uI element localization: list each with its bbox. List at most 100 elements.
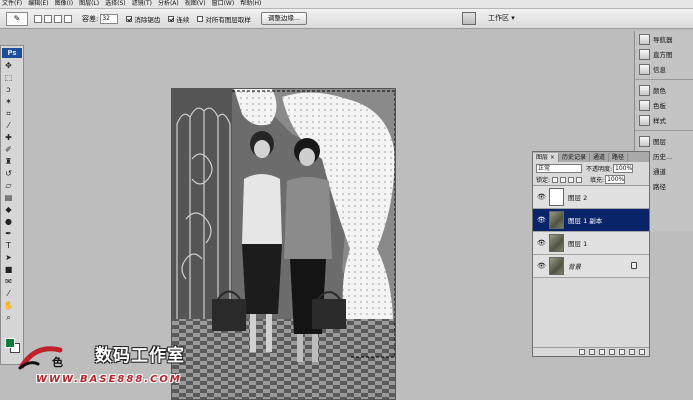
history-brush-tool-icon[interactable]: ↺ bbox=[3, 168, 14, 179]
menu-bar: 文件(F) 编辑(E) 图像(I) 图层(L) 选择(S) 滤镜(T) 分析(A… bbox=[0, 0, 693, 9]
layers-panel-tabs: 图层 × 历史记录 通道 路径 bbox=[533, 152, 649, 162]
eyedropper2-tool-icon[interactable]: ⁄ bbox=[3, 288, 14, 299]
menu-edit[interactable]: 编辑(E) bbox=[28, 0, 48, 8]
magic-wand-tool-icon[interactable]: ✶ bbox=[3, 96, 14, 107]
healing-brush-tool-icon[interactable]: ✚ bbox=[3, 132, 14, 143]
layer-style-icon[interactable] bbox=[589, 349, 595, 355]
checkbox-unchecked-icon bbox=[197, 15, 204, 22]
adjustment-layer-icon[interactable] bbox=[609, 349, 615, 355]
menu-filter[interactable]: 滤镜(T) bbox=[132, 0, 152, 8]
menu-file[interactable]: 文件(F) bbox=[2, 0, 22, 8]
layer-thumbnail bbox=[549, 211, 564, 229]
dock-info[interactable]: 信息 bbox=[639, 62, 693, 76]
layer-row-background[interactable]: 👁 背景 bbox=[533, 255, 649, 278]
dock-styles[interactable]: 样式 bbox=[639, 113, 693, 127]
watermark-title: 数码工作室 bbox=[95, 346, 185, 366]
lasso-tool-icon[interactable]: ↄ bbox=[3, 84, 14, 95]
menu-help[interactable]: 帮助(H) bbox=[240, 0, 261, 8]
link-layers-icon[interactable] bbox=[579, 349, 585, 355]
swatches-icon bbox=[639, 99, 650, 111]
workspace-menu-button[interactable]: 工作区 ▾ bbox=[488, 12, 515, 25]
add-selection-icon[interactable] bbox=[44, 14, 52, 23]
delete-layer-icon[interactable] bbox=[639, 349, 645, 355]
lock-pixels-icon[interactable] bbox=[560, 176, 567, 183]
layer-name: 图层 1 bbox=[568, 240, 588, 248]
tab-paths[interactable]: 路径 bbox=[609, 153, 628, 162]
lock-position-icon[interactable] bbox=[568, 176, 575, 183]
visibility-eye-icon[interactable]: 👁 bbox=[536, 192, 547, 203]
dock-swatches[interactable]: 色板 bbox=[639, 98, 693, 112]
visibility-eye-icon[interactable]: 👁 bbox=[536, 238, 547, 249]
dock-layers[interactable]: 图层 bbox=[639, 134, 693, 148]
new-group-icon[interactable] bbox=[619, 349, 625, 355]
new-layer-icon[interactable] bbox=[629, 349, 635, 355]
dock-histogram[interactable]: 直方图 bbox=[639, 47, 693, 61]
dock-styles-label: 样式 bbox=[653, 117, 666, 125]
opacity-label: 不透明度: bbox=[586, 165, 613, 173]
dock-navigator[interactable]: 导航器 bbox=[639, 32, 693, 46]
gradient-tool-icon[interactable]: ▤ bbox=[3, 192, 14, 203]
bridge-icon[interactable] bbox=[462, 12, 476, 25]
dock-paths-label: 路径 bbox=[653, 183, 666, 191]
watermark-url: WWW.BASE888.COM bbox=[36, 374, 182, 385]
info-icon bbox=[639, 63, 650, 75]
menu-layer[interactable]: 图层(L) bbox=[79, 0, 99, 8]
refine-edge-button[interactable]: 调整边缘... bbox=[260, 12, 308, 25]
eraser-tool-icon[interactable]: ▱ bbox=[3, 180, 14, 191]
shape-tool-icon[interactable]: ■ bbox=[3, 264, 14, 275]
menu-view[interactable]: 视图(V) bbox=[185, 0, 206, 8]
checkbox-checked-icon bbox=[168, 15, 175, 22]
blend-mode-select[interactable]: 正常 bbox=[536, 163, 582, 173]
lock-transparency-icon[interactable] bbox=[552, 176, 559, 183]
tolerance-input[interactable]: 32 bbox=[100, 13, 119, 24]
marquee-tool-icon[interactable]: ⬚ bbox=[3, 72, 14, 83]
eyedropper-tool-icon[interactable]: ⁄ bbox=[3, 120, 14, 131]
menu-analysis[interactable]: 分析(A) bbox=[158, 0, 179, 8]
document-canvas[interactable] bbox=[171, 88, 396, 400]
tab-channels[interactable]: 通道 bbox=[590, 153, 609, 162]
photo-image bbox=[172, 89, 395, 399]
notes-tool-icon[interactable]: ✉ bbox=[3, 276, 14, 287]
tools-panel: Ps ✥ ⬚ ↄ ✶ ⌗ ⁄ ✚ ✐ ♜ ↺ ▱ ▤ ◆ ● ✒ T ➤ ■ ✉… bbox=[0, 45, 24, 365]
hand-tool-icon[interactable]: ✋ bbox=[3, 300, 14, 311]
path-selection-tool-icon[interactable]: ➤ bbox=[3, 252, 14, 263]
menu-select[interactable]: 选择(S) bbox=[105, 0, 126, 8]
foreground-color-swatch[interactable] bbox=[5, 338, 15, 348]
pen-tool-icon[interactable]: ✒ bbox=[3, 228, 14, 239]
tool-preset-picker[interactable]: ✎ bbox=[6, 11, 28, 26]
dock-color-label: 颜色 bbox=[653, 87, 666, 95]
visibility-eye-icon[interactable]: 👁 bbox=[536, 261, 547, 272]
anti-alias-checkbox[interactable]: 消除锯齿 bbox=[126, 14, 160, 24]
blur-tool-icon[interactable]: ◆ bbox=[3, 204, 14, 215]
menu-image[interactable]: 图像(I) bbox=[55, 0, 73, 8]
clone-stamp-tool-icon[interactable]: ♜ bbox=[3, 156, 14, 167]
layer-row[interactable]: 👁 图层 1 bbox=[533, 232, 649, 255]
tab-history[interactable]: 历史记录 bbox=[559, 153, 590, 162]
crop-tool-icon[interactable]: ⌗ bbox=[3, 108, 14, 119]
sample-all-layers-checkbox[interactable]: 对所有图层取样 bbox=[197, 14, 251, 24]
layer-row[interactable]: 👁 图层 2 bbox=[533, 186, 649, 209]
dock-color[interactable]: 颜色 bbox=[639, 83, 693, 97]
lock-all-icon[interactable] bbox=[576, 176, 583, 183]
subtract-selection-icon[interactable] bbox=[54, 14, 62, 23]
intersect-selection-icon[interactable] bbox=[64, 14, 72, 23]
menu-window[interactable]: 窗口(W) bbox=[212, 0, 235, 8]
opacity-input[interactable]: 100% bbox=[613, 163, 634, 173]
type-tool-icon[interactable]: T bbox=[3, 240, 14, 251]
options-bar: ✎ 容差: 32 消除锯齿 连续 对所有图层取样 调整边缘... bbox=[0, 9, 693, 29]
layer-row-selected[interactable]: 👁 图层 1 副本 bbox=[533, 209, 649, 232]
zoom-tool-icon[interactable]: ⌕ bbox=[3, 312, 14, 323]
visibility-eye-icon[interactable]: 👁 bbox=[536, 215, 547, 226]
dodge-tool-icon[interactable]: ● bbox=[3, 216, 14, 227]
fill-label: 填充: bbox=[590, 177, 605, 184]
fill-input[interactable]: 100% bbox=[605, 175, 626, 184]
brush-tool-icon[interactable]: ✐ bbox=[3, 144, 14, 155]
new-selection-icon[interactable] bbox=[34, 14, 42, 23]
tolerance-label: 容差: bbox=[82, 14, 99, 23]
contiguous-checkbox[interactable]: 连续 bbox=[168, 14, 189, 24]
lock-label: 锁定: bbox=[536, 177, 551, 184]
layer-name: 图层 2 bbox=[568, 194, 588, 202]
move-tool-icon[interactable]: ✥ bbox=[3, 60, 14, 71]
add-mask-icon[interactable] bbox=[599, 349, 605, 355]
tab-layers[interactable]: 图层 × bbox=[533, 153, 559, 162]
